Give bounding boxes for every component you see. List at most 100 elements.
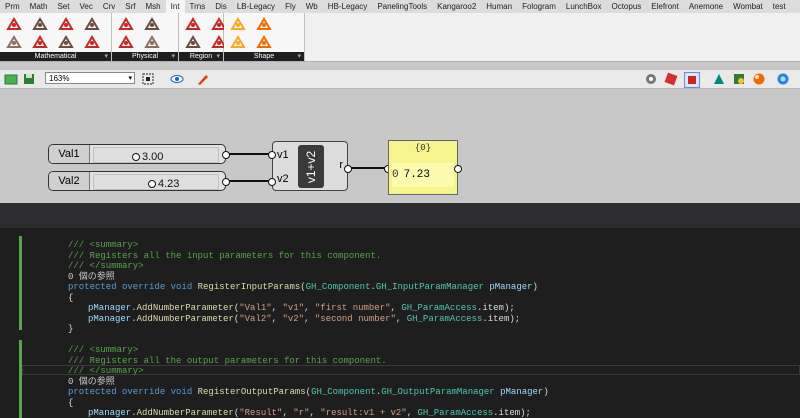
slider-track[interactable]: 3.00	[93, 147, 219, 163]
component-tool-icon[interactable]	[144, 34, 160, 50]
component-tool-icon[interactable]	[32, 16, 48, 32]
component-tool-icon[interactable]	[84, 16, 100, 32]
component-tool-icon[interactable]	[256, 34, 272, 50]
code-line[interactable]: pManager.AddNumberParameter("Result", "r…	[88, 408, 531, 418]
tab-anemone[interactable]: Anemone	[684, 0, 728, 13]
slider-knob[interactable]	[132, 153, 140, 161]
code-line[interactable]: 0 個の参照	[68, 272, 115, 282]
zoom-extents-icon[interactable]	[141, 72, 155, 86]
component-tool-icon[interactable]	[185, 16, 201, 32]
wire	[351, 167, 388, 169]
code-line[interactable]: /// </summary>	[68, 366, 144, 376]
code-token: "Val2"	[239, 313, 272, 324]
tab-fly[interactable]: Fly	[280, 0, 301, 13]
component-tool-icon[interactable]	[58, 16, 74, 32]
mesh-settings-icon[interactable]	[712, 72, 726, 86]
code-line[interactable]: pManager.AddNumberParameter("Val2", "v2"…	[88, 314, 520, 324]
component-tool-icon[interactable]	[32, 34, 48, 50]
tab-prm[interactable]: Prm	[0, 0, 25, 13]
panel-output-port[interactable]	[454, 165, 462, 173]
group-expander-icon[interactable]: ▾	[216, 52, 220, 61]
slider-knob[interactable]	[148, 180, 156, 188]
tab-fologram[interactable]: Fologram	[517, 0, 561, 13]
code-line[interactable]: /// Registers all the input parameters f…	[68, 251, 381, 261]
component-tool-icon[interactable]	[58, 34, 74, 50]
tab-kangaroo2[interactable]: Kangaroo2	[432, 0, 481, 13]
number-slider-val2[interactable]: Val2 4.23	[48, 171, 226, 191]
component-tool-icon[interactable]	[6, 16, 22, 32]
tab-elefront[interactable]: Elefront	[646, 0, 684, 13]
tab-lb-legacy[interactable]: LB-Legacy	[232, 0, 280, 13]
code-line[interactable]: protected override void RegisterInputPar…	[68, 282, 538, 292]
panel-path-header: {0}	[414, 143, 432, 153]
component-tool-icon[interactable]	[84, 34, 100, 50]
code-token: "v2"	[282, 313, 305, 324]
save-file-icon[interactable]	[22, 72, 36, 86]
tab-vec[interactable]: Vec	[74, 0, 97, 13]
component-input-port[interactable]	[268, 151, 276, 159]
preview-shaded-icon[interactable]	[664, 72, 678, 86]
tab-panelingtools[interactable]: PanelingTools	[372, 0, 432, 13]
code-token: )	[532, 282, 538, 292]
display-globe-icon[interactable]	[776, 72, 790, 86]
output-param-r[interactable]: r	[339, 159, 343, 171]
component-tool-icon[interactable]	[118, 16, 134, 32]
code-line[interactable]: }	[68, 324, 73, 334]
code-line[interactable]: pManager.AddNumberParameter("Val1", "v1"…	[88, 303, 515, 313]
component-tool-icon[interactable]	[230, 34, 246, 50]
code-token: )	[543, 387, 549, 397]
group-expander-icon[interactable]: ▾	[171, 52, 175, 61]
component-tool-icon[interactable]	[144, 16, 160, 32]
sketch-pen-icon[interactable]	[196, 72, 210, 86]
grasshopper-canvas[interactable]: Val1 3.00 Val2 4.23 v1 v2 v1+v2 r {0} 07…	[0, 89, 800, 203]
code-line[interactable]: /// <summary>	[68, 345, 138, 355]
input-param-v2[interactable]: v2	[277, 173, 289, 185]
preview-selected-icon[interactable]	[684, 72, 700, 88]
preview-wire-icon[interactable]	[644, 72, 658, 86]
tab-octopus[interactable]: Octopus	[606, 0, 646, 13]
zoom-dropdown[interactable]: 163% ▾	[45, 72, 135, 84]
tab-wb[interactable]: Wb	[301, 0, 323, 13]
slider-track[interactable]: 4.23	[93, 174, 219, 190]
tab-msh[interactable]: Msh	[141, 0, 166, 13]
addition-component[interactable]: v1 v2 v1+v2 r	[272, 141, 348, 191]
component-input-port[interactable]	[268, 178, 276, 186]
tab-dis[interactable]: Dis	[210, 0, 232, 13]
group-expander-icon[interactable]: ▾	[297, 52, 301, 61]
code-line[interactable]: /// </summary>	[68, 261, 144, 271]
panel-component[interactable]: {0} 0 7.23	[388, 140, 458, 195]
tab-set[interactable]: Set	[52, 0, 74, 13]
tab-math[interactable]: Math	[25, 0, 53, 13]
open-file-icon[interactable]	[4, 72, 18, 86]
code-line[interactable]: protected override void RegisterOutputPa…	[68, 387, 549, 397]
code-token: ,	[271, 313, 283, 324]
component-core[interactable]: v1+v2	[298, 145, 324, 188]
preview-eye-icon[interactable]	[170, 72, 184, 86]
code-token: pManager	[88, 408, 132, 418]
code-line[interactable]: /// <summary>	[68, 240, 138, 250]
number-slider-val1[interactable]: Val1 3.00	[48, 144, 226, 164]
tab-srf[interactable]: Srf	[120, 0, 140, 13]
tab-lunchbox[interactable]: LunchBox	[561, 0, 607, 13]
component-tool-icon[interactable]	[6, 34, 22, 50]
input-param-v1[interactable]: v1	[277, 149, 289, 161]
tab-crv[interactable]: Crv	[98, 0, 120, 13]
code-line[interactable]: 0 個の参照	[68, 377, 115, 387]
code-line[interactable]: {	[68, 398, 73, 408]
document-preview-icon[interactable]	[732, 72, 746, 86]
code-editor[interactable]: /// <summary>/// Registers all the input…	[0, 228, 800, 418]
code-line[interactable]: /// Registers all the output parameters …	[68, 356, 387, 366]
tab-test[interactable]: test	[768, 0, 791, 13]
component-tool-icon[interactable]	[118, 34, 134, 50]
component-tool-icon[interactable]	[230, 16, 246, 32]
component-tool-icon[interactable]	[185, 34, 201, 50]
tab-int[interactable]: Int	[165, 0, 185, 13]
code-line[interactable]: {	[68, 293, 73, 303]
group-expander-icon[interactable]: ▾	[104, 52, 108, 61]
tab-human[interactable]: Human	[481, 0, 517, 13]
tab-hb-legacy[interactable]: HB-Legacy	[323, 0, 373, 13]
tab-wombat[interactable]: Wombat	[728, 0, 768, 13]
material-sphere-icon[interactable]	[752, 72, 766, 86]
component-tool-icon[interactable]	[256, 16, 272, 32]
tab-trns[interactable]: Trns	[185, 0, 211, 13]
